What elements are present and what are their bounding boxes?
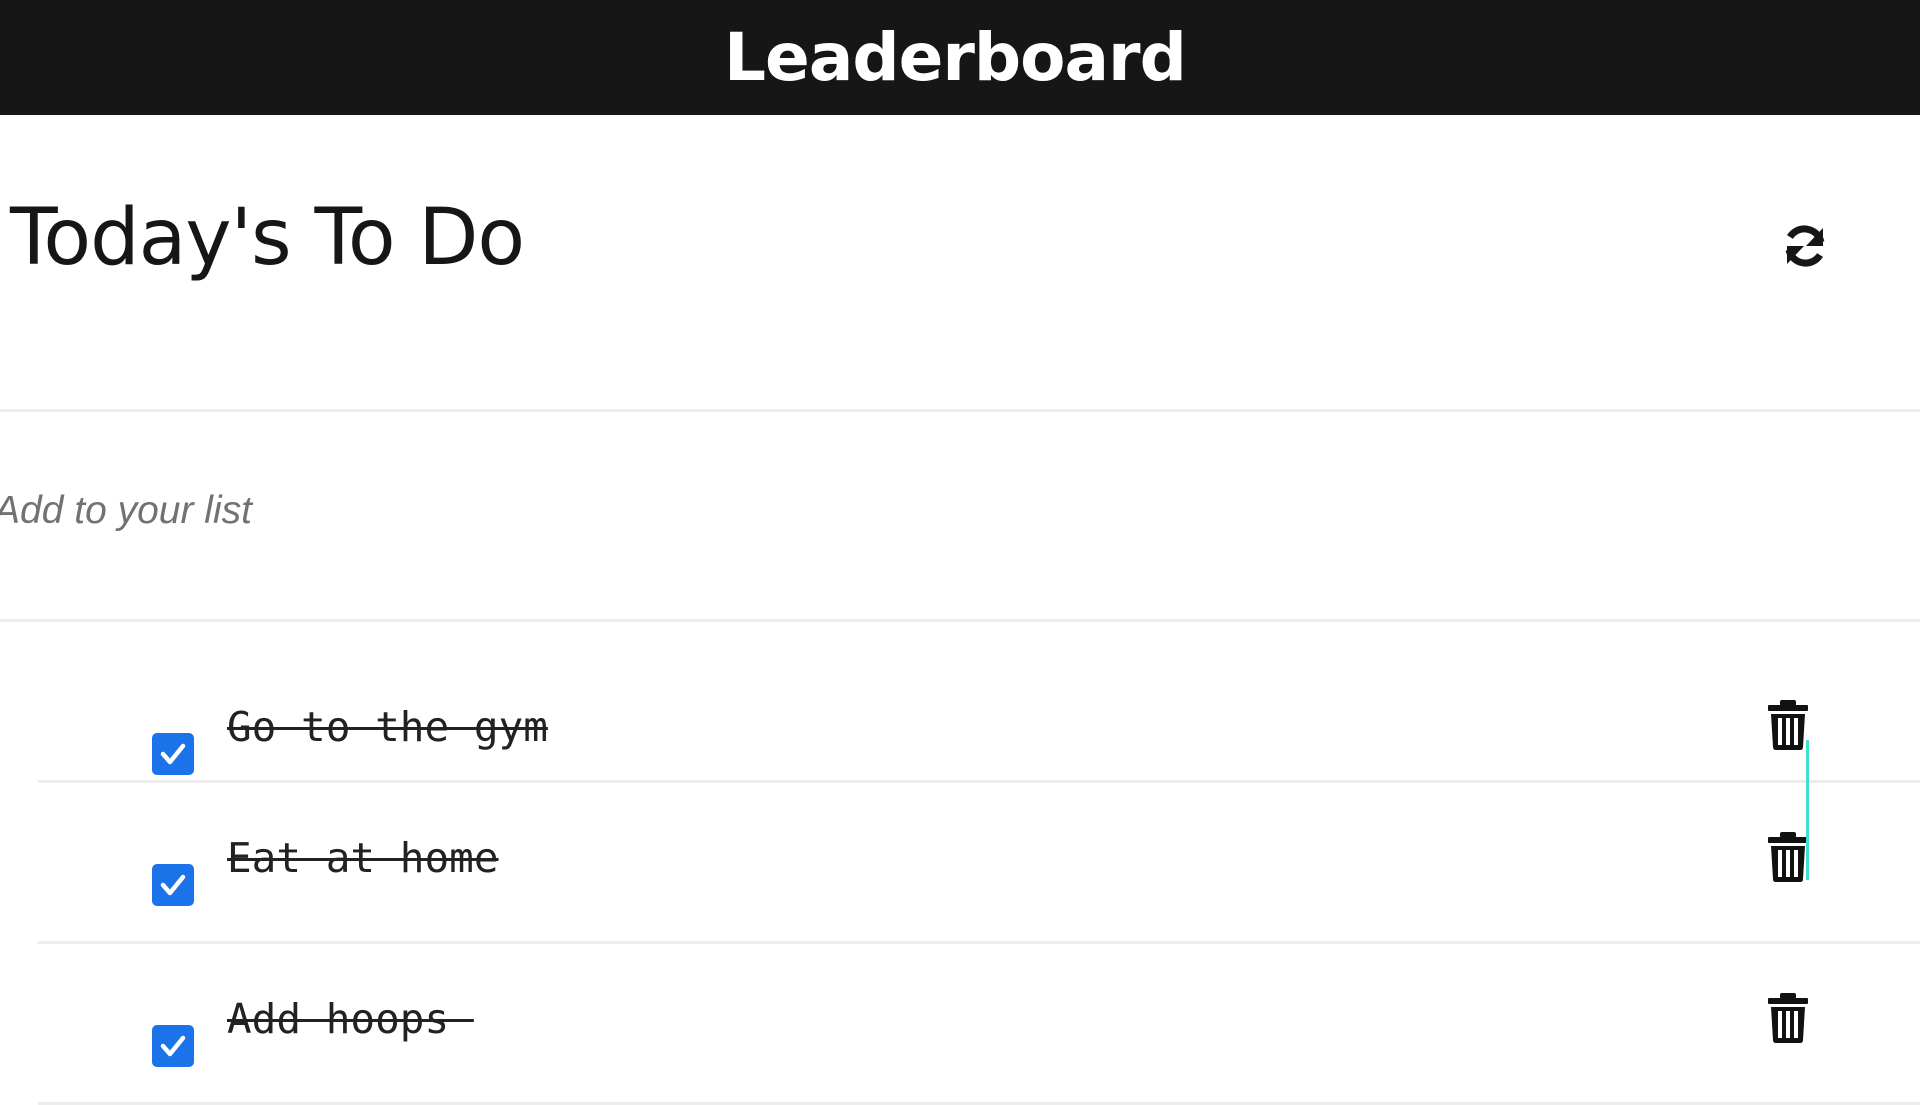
list-item: Go to the gym: [38, 622, 1920, 783]
drag-handle-indicator: [1806, 740, 1809, 880]
refresh-button[interactable]: [1775, 218, 1835, 278]
task-checkbox[interactable]: [152, 733, 194, 775]
task-checkbox[interactable]: [152, 1025, 194, 1067]
delete-button[interactable]: [1762, 992, 1814, 1044]
page-title: Today's To Do: [10, 193, 525, 283]
app-title: Leaderboard: [724, 19, 1187, 96]
task-checkbox[interactable]: [152, 864, 194, 906]
check-icon: [160, 743, 186, 765]
task-label[interactable]: Eat at home: [227, 833, 499, 883]
todo-header: Today's To Do: [0, 115, 1920, 412]
check-icon: [160, 874, 186, 896]
trash-icon: [1768, 700, 1808, 750]
task-label[interactable]: Go to the gym: [227, 702, 548, 752]
task-label[interactable]: Add hoops: [227, 994, 474, 1044]
refresh-icon: [1779, 220, 1831, 277]
add-task-row: [0, 412, 1920, 622]
list-item: Eat at home: [38, 783, 1920, 944]
trash-icon: [1768, 832, 1808, 882]
trash-icon: [1768, 993, 1808, 1043]
top-bar: Leaderboard: [0, 0, 1920, 115]
check-icon: [160, 1035, 186, 1057]
task-list: Go to the gym Eat at home Add hoops: [38, 622, 1920, 1105]
list-item: Add hoops: [38, 944, 1920, 1105]
add-task-input[interactable]: [0, 476, 1594, 546]
